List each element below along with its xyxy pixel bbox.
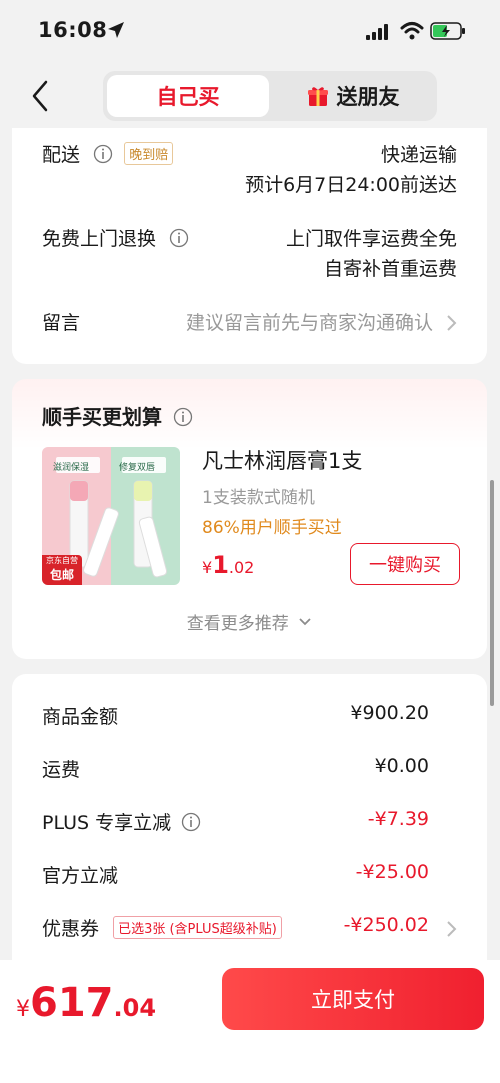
summary-row-coupon[interactable]: 优惠券 已选3张 (含PLUS超级补贴) -¥250.02 xyxy=(42,914,457,944)
message-placeholder: 建议留言前先与商家沟通确认 xyxy=(185,312,433,334)
coupon-label-text: 优惠券 xyxy=(42,918,100,940)
shipping-label: 运费 xyxy=(42,759,81,781)
upsell-product-name[interactable]: 凡士林润唇膏1支 xyxy=(202,445,362,475)
shipping-value: ¥0.00 xyxy=(374,755,429,777)
upsell-card: 顺手买更划算 滋润保湿 修复双唇 京东自营 包邮 凡士林润唇膏1支 1支装款式随… xyxy=(12,379,487,659)
message-row[interactable]: 留言 建议留言前先与商家沟通确认 xyxy=(42,308,457,338)
badge-top-text: 京东自营 xyxy=(46,556,78,565)
plus-discount-label-text: PLUS 专享立减 xyxy=(42,812,172,834)
price-currency: ¥ xyxy=(202,558,213,577)
header: 自己买 送朋友 xyxy=(0,62,500,128)
see-more-recommendations[interactable]: 查看更多推荐 xyxy=(12,609,487,634)
total-integer: 617 xyxy=(30,980,114,1026)
back-button[interactable] xyxy=(24,76,56,116)
info-icon[interactable] xyxy=(173,407,193,427)
coupon-label: 优惠券 已选3张 (含PLUS超级补贴) xyxy=(42,914,282,941)
official-discount-value: -¥25.00 xyxy=(355,861,429,883)
goods-amount-label: 商品金额 xyxy=(42,706,119,728)
plus-discount-value: -¥7.39 xyxy=(367,808,429,830)
summary-row-goods: 商品金额 ¥900.20 xyxy=(42,702,429,732)
chevron-left-icon xyxy=(32,80,48,112)
free-return-line2: 自寄补首重运费 xyxy=(323,258,457,280)
free-return-line1: 上门取件享运费全免 xyxy=(285,228,457,250)
info-icon[interactable] xyxy=(169,228,189,248)
scrollbar[interactable] xyxy=(490,480,494,706)
tab-send-to-friend[interactable]: 送朋友 xyxy=(273,75,433,117)
coupon-selected-badge: 已选3张 (含PLUS超级补贴) xyxy=(113,916,282,939)
delivery-row[interactable]: 配送 晚到赔 快递运输 预计6月7日24:00前送达 xyxy=(42,140,457,200)
total-price: ¥617.04 xyxy=(16,980,156,1026)
total-decimal: .04 xyxy=(113,994,157,1022)
chevron-right-icon xyxy=(447,315,457,331)
delivery-label: 配送 xyxy=(42,144,81,166)
delivery-method: 快递运输 xyxy=(380,144,457,166)
free-return-row[interactable]: 免费上门退换 上门取件享运费全免 自寄补首重运费 xyxy=(42,224,457,284)
upsell-title-text: 顺手买更划算 xyxy=(42,405,162,429)
plus-discount-label: PLUS 专享立减 xyxy=(42,808,201,835)
jd-free-shipping-badge: 京东自营 包邮 xyxy=(42,555,82,585)
coupon-value: -¥250.02 xyxy=(343,914,429,936)
price-summary-card: 商品金额 ¥900.20 运费 ¥0.00 PLUS 专享立减 -¥7.39 官… xyxy=(12,674,487,974)
free-return-label: 免费上门退换 xyxy=(42,228,157,250)
tab-buy-for-self[interactable]: 自己买 xyxy=(107,75,269,117)
upsell-price: ¥1.02 xyxy=(202,551,254,579)
price-decimal: .02 xyxy=(228,558,255,577)
signal-icon xyxy=(366,24,388,40)
one-click-buy-button[interactable]: 一键购买 xyxy=(350,543,460,585)
purchase-mode-switch: 自己买 送朋友 xyxy=(103,71,437,121)
late-compensation-badge: 晚到赔 xyxy=(124,142,174,165)
price-integer: 1 xyxy=(212,551,229,579)
upsell-social-proof: 86%用户顺手买过 xyxy=(202,518,342,538)
badge-bottom-text: 包邮 xyxy=(49,568,74,582)
product-image[interactable]: 滋润保湿 修复双唇 京东自营 包邮 xyxy=(42,447,180,585)
chevron-right-icon xyxy=(447,921,457,937)
status-bar: 16:08 xyxy=(0,0,500,62)
summary-row-shipping: 运费 ¥0.00 xyxy=(42,755,429,785)
delivery-eta: 预计6月7日24:00前送达 xyxy=(245,174,457,196)
chevron-down-icon xyxy=(299,618,311,626)
summary-row-official-discount: 官方立减 -¥25.00 xyxy=(42,861,429,891)
upsell-product-spec: 1支装款式随机 xyxy=(202,488,315,508)
info-icon[interactable] xyxy=(93,144,113,164)
message-label: 留言 xyxy=(42,312,81,334)
total-currency: ¥ xyxy=(16,997,30,1022)
location-arrow-icon xyxy=(108,22,124,38)
image-tag-repair: 修复双唇 xyxy=(118,463,155,473)
bottom-pay-bar: ¥617.04 立即支付 xyxy=(0,960,500,1083)
order-info-card: 配送 晚到赔 快递运输 预计6月7日24:00前送达 免费上门退换 上门取件享运… xyxy=(12,128,487,364)
tab-buy-for-self-label: 自己买 xyxy=(156,85,220,109)
see-more-label: 查看更多推荐 xyxy=(186,614,289,634)
upsell-title: 顺手买更划算 xyxy=(42,401,193,430)
gift-icon xyxy=(307,87,328,106)
goods-amount-value: ¥900.20 xyxy=(350,702,429,724)
info-icon[interactable] xyxy=(181,812,201,832)
image-tag-moisturize: 滋润保湿 xyxy=(52,463,89,473)
official-discount-label: 官方立减 xyxy=(42,865,119,887)
summary-row-plus-discount: PLUS 专享立减 -¥7.39 xyxy=(42,808,429,838)
status-time: 16:08 xyxy=(38,18,108,42)
wifi-icon xyxy=(400,22,424,40)
tab-send-to-friend-label: 送朋友 xyxy=(336,85,400,109)
pay-now-button[interactable]: 立即支付 xyxy=(222,968,484,1030)
battery-charging-icon xyxy=(430,22,465,40)
